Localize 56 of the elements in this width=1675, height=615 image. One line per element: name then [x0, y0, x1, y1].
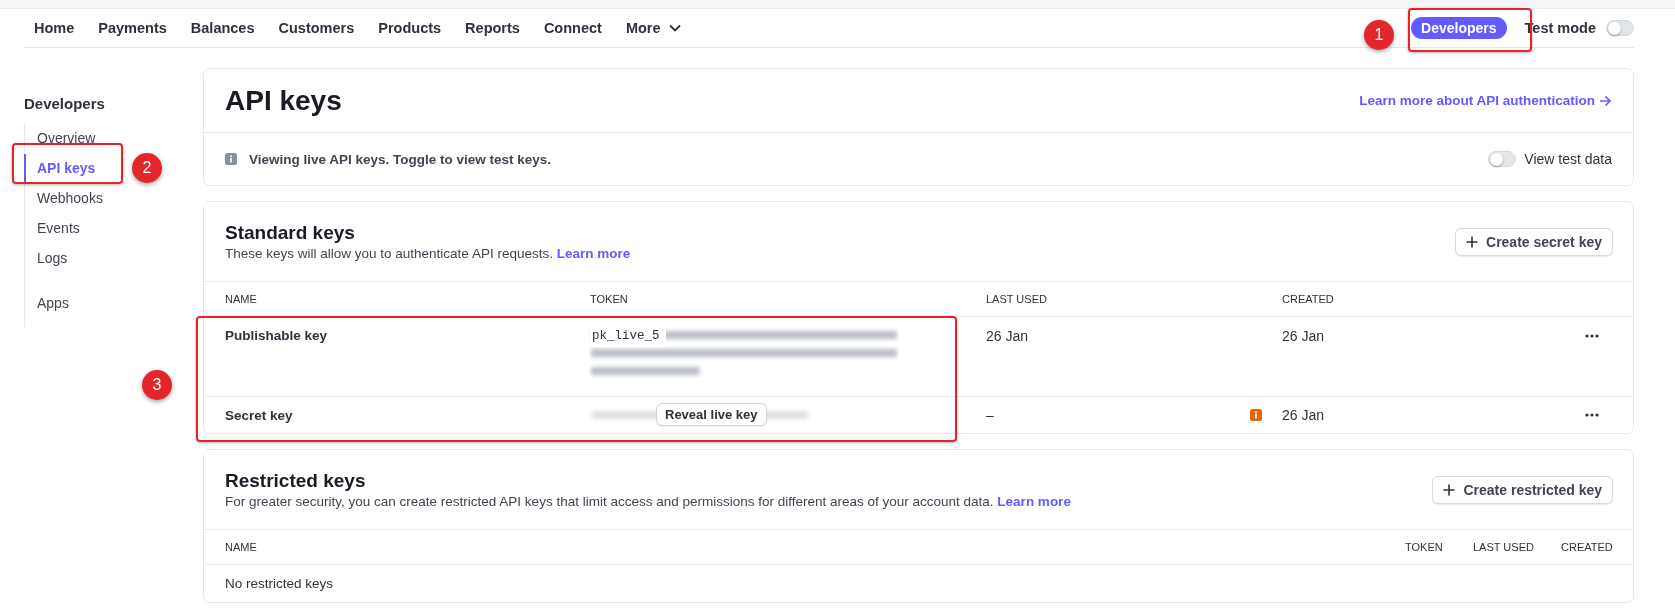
nav-item[interactable]: Products [378, 20, 442, 36]
column-header: NAME [225, 293, 258, 305]
step-marker: 1 [1364, 20, 1394, 50]
sidebar-item[interactable]: Logs [24, 244, 68, 272]
sidebar-item[interactable]: Apps [24, 289, 69, 317]
empty-message: No restricted keys [225, 576, 335, 591]
developers-button[interactable]: Developers [1411, 17, 1507, 39]
test-mode-toggle[interactable] [1606, 20, 1634, 36]
view-test-data-label: View test data [1524, 151, 1612, 167]
step-marker: 2 [132, 153, 162, 183]
sidebar-item[interactable]: Events [24, 214, 80, 242]
last-used-text: – [986, 407, 994, 423]
view-test-data-toggle[interactable] [1488, 151, 1517, 167]
nav-item[interactable]: Home [34, 20, 75, 36]
column-header: LAST USED [986, 293, 1048, 305]
more-icon [1585, 413, 1599, 417]
info-message: Viewing live API keys. Toggle to view test keys. [249, 151, 552, 167]
key-name: Secret key [225, 407, 294, 423]
nav-item[interactable]: Balances [190, 20, 255, 36]
sidebar-item[interactable]: Overview [24, 124, 96, 152]
create-secret-key-button[interactable]: Create secret key [1455, 227, 1613, 256]
section-description: These keys will allow you to authenticate API requests. Learn more [225, 246, 631, 261]
column-header: NAME [225, 541, 258, 553]
more-icon [1585, 334, 1599, 338]
sidebar-item[interactable]: API keys [24, 154, 96, 182]
created-date: 26 Jan [1282, 407, 1326, 423]
info-icon [225, 153, 237, 165]
section-title: Standard keys [225, 222, 356, 244]
sidebar-item[interactable]: Webhooks [24, 184, 103, 212]
api-auth-link[interactable]: Learn more about API authentication [1359, 93, 1612, 108]
column-header: TOKEN [590, 293, 629, 305]
create-restricted-key-button[interactable]: Create restricted key [1432, 475, 1613, 504]
created-date: 26 Jan [1282, 328, 1326, 344]
column-header: TOKEN [1405, 541, 1444, 553]
learn-more-link[interactable]: Learn more [997, 494, 1071, 509]
plus-icon [1466, 235, 1478, 248]
section-description: For greater security, you can create restricted API keys that limit access and permissions for different areas of your account data. Learn more [225, 494, 1071, 509]
nav-item[interactable]: More [625, 20, 681, 36]
reveal-key-button[interactable]: Reveal live key [656, 403, 767, 426]
learn-more-link[interactable]: Learn more [556, 246, 631, 261]
arrow-right-icon [1599, 94, 1612, 107]
last-used-text: 26 Jan [986, 328, 1029, 344]
step-marker: 3 [142, 370, 172, 400]
column-header: LAST USED [1473, 541, 1535, 553]
column-header: CREATED [1282, 293, 1335, 305]
column-header: CREATED [1561, 541, 1614, 553]
nav-item[interactable]: Payments [98, 20, 167, 36]
plus-icon [1443, 483, 1456, 496]
nav-item[interactable]: Connect [543, 20, 602, 36]
sidebar-title: Developers [24, 94, 106, 112]
nav-item[interactable]: Reports [465, 20, 520, 36]
nav-item[interactable]: Customers [278, 20, 355, 36]
page-title: API keys [225, 84, 342, 117]
chevron-down-icon [668, 24, 681, 32]
key-name: Publishable key [225, 328, 329, 343]
section-title: Restricted keys [225, 470, 367, 492]
